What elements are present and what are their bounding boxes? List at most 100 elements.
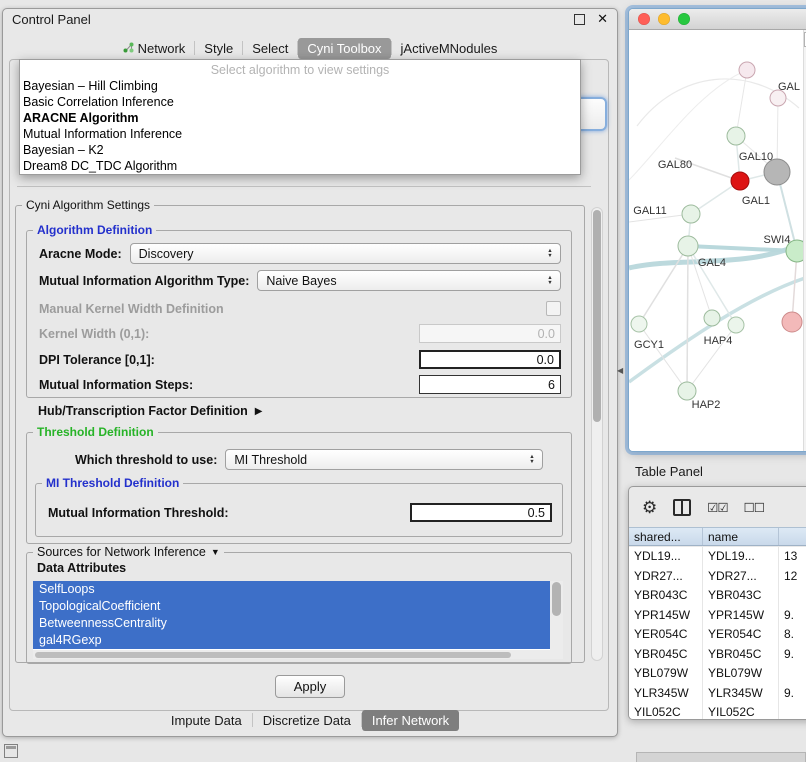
table-cell [779, 703, 806, 720]
tab-jactivemnodules[interactable]: jActiveMNodules [392, 38, 507, 59]
zoom-traffic-light[interactable] [678, 13, 690, 25]
splitter-collapse-arrow[interactable]: ◀ [617, 366, 623, 375]
network-node[interactable] [739, 62, 755, 78]
network-node[interactable] [727, 127, 745, 145]
select-all-icon[interactable]: ☑☑ [707, 500, 727, 515]
mi-steps-field[interactable]: 6 [419, 375, 561, 394]
gear-icon[interactable]: ⚙ [642, 499, 657, 516]
tab-label: Network [138, 41, 186, 56]
table-row[interactable]: YDR27...YDR27...12 [629, 567, 806, 587]
table-row[interactable]: YER054CYER054C8. [629, 625, 806, 645]
tab-style[interactable]: Style [195, 38, 242, 59]
table-row[interactable]: YDL19...YDL19...13 [629, 547, 806, 567]
tab-network[interactable]: Network [114, 38, 195, 59]
sources-toggle[interactable]: Sources for Network Inference ▼ [37, 545, 220, 559]
bottom-tab-discretize-data[interactable]: Discretize Data [253, 710, 361, 731]
list-item[interactable]: SelfLoops [33, 581, 550, 598]
table-row[interactable]: YLR345WYLR345W9. [629, 684, 806, 704]
table-cell: YPR145W [703, 606, 779, 626]
table-cell: YDL19... [629, 547, 703, 567]
aracne-mode-value: Discovery [139, 247, 544, 261]
close-icon[interactable]: ✕ [597, 11, 608, 27]
which-threshold-combo[interactable]: MI Threshold ▲▼ [225, 449, 543, 470]
dropdown-option[interactable]: Bayesian – Hill Climbing [20, 78, 580, 94]
network-node[interactable] [631, 316, 647, 332]
minimize-traffic-light[interactable] [658, 13, 670, 25]
network-edge[interactable] [639, 246, 688, 324]
table-cell [779, 664, 806, 684]
float-window-icon[interactable] [574, 14, 585, 25]
table-row[interactable]: YBL079WYBL079W [629, 664, 806, 684]
network-node[interactable] [678, 236, 698, 256]
mi-algorithm-type-value: Naive Bayes [266, 274, 544, 288]
table-header-cell[interactable]: name [703, 528, 779, 545]
dropdown-option[interactable]: Dream8 DC_TDC Algorithm [20, 158, 580, 174]
deselect-all-icon[interactable]: ☐☐ [744, 500, 764, 515]
bottom-tab-infer-network[interactable]: Infer Network [362, 710, 459, 731]
manual-kernel-width-checkbox[interactable] [546, 301, 561, 316]
sources-title-wrap: Sources for Network Inference ▼ [33, 545, 224, 559]
network-edge[interactable] [687, 246, 688, 391]
data-attributes-list[interactable]: SelfLoopsTopologicalCoefficientBetweenne… [33, 581, 563, 659]
table-row[interactable]: YBR043CYBR043C [629, 586, 806, 606]
dpi-tolerance-field[interactable]: 0.0 [419, 350, 561, 369]
aracne-mode-label: Aracne Mode: [39, 247, 122, 261]
dropdown-option[interactable]: ARACNE Algorithm [20, 110, 580, 126]
list-item[interactable]: gal4RGexp [33, 632, 550, 649]
network-node[interactable] [782, 312, 802, 332]
settings-vertical-scrollbar[interactable] [591, 207, 603, 661]
network-node[interactable] [678, 382, 696, 400]
kernel-width-field[interactable]: 0.0 [419, 324, 561, 343]
table-row[interactable]: YPR145WYPR145W9. [629, 606, 806, 626]
attr-items: SelfLoopsTopologicalCoefficientBetweenne… [33, 581, 563, 649]
aracne-mode-combo[interactable]: Discovery ▲▼ [130, 243, 561, 264]
network-edge[interactable] [688, 246, 797, 251]
network-edge[interactable] [639, 324, 687, 391]
network-node[interactable] [728, 317, 744, 333]
chevron-down-icon: ▼ [211, 547, 220, 557]
table-cell: YLR345W [703, 684, 779, 704]
table-toolbar: ⚙ ☑☑ ☐☐ [629, 487, 806, 527]
list-vertical-scrollbar[interactable] [550, 581, 563, 659]
network-node-label: GAL4 [698, 257, 726, 269]
network-node[interactable] [682, 205, 700, 223]
network-view-window: GAL80GAL10GAL11GAL1SWI4GAL4GCY1HAP4HAP2G… [628, 8, 806, 452]
control-panel-titlebar[interactable]: Control Panel ✕ [3, 9, 617, 29]
bottom-tab-impute-data[interactable]: Impute Data [161, 710, 252, 731]
tab-select[interactable]: Select [243, 38, 297, 59]
table-cell: YBR045C [703, 645, 779, 665]
network-node-label: GAL80 [658, 159, 692, 171]
table-cell: YER054C [703, 625, 779, 645]
table-cell: YBL079W [629, 664, 703, 684]
tab-cyni-toolbox[interactable]: Cyni Toolbox [298, 38, 390, 59]
table-row[interactable]: YIL052CYIL052C [629, 703, 806, 720]
network-canvas[interactable]: GAL80GAL10GAL11GAL1SWI4GAL4GCY1HAP4HAP2G… [629, 30, 806, 451]
dropdown-option[interactable]: Bayesian – K2 [20, 142, 580, 158]
table-row[interactable]: YBR045CYBR045C9. [629, 645, 806, 665]
apply-button[interactable]: Apply [275, 675, 345, 698]
mi-algorithm-type-combo[interactable]: Naive Bayes ▲▼ [257, 270, 561, 291]
network-node[interactable] [731, 172, 749, 190]
list-item[interactable]: TopologicalCoefficient [33, 598, 550, 615]
list-horizontal-scrollbar[interactable] [33, 650, 550, 659]
table-header-cell[interactable]: shared... [629, 528, 703, 545]
table-cell: 8. [779, 625, 806, 645]
table-cell: YBR043C [703, 586, 779, 606]
network-window-titlebar[interactable] [629, 9, 806, 30]
list-item[interactable]: BetweennessCentrality [33, 615, 550, 632]
network-node-label: HAP4 [704, 335, 733, 347]
table-header-cell[interactable] [779, 528, 806, 545]
columns-icon[interactable] [673, 499, 691, 516]
table-header: shared...name [629, 527, 806, 546]
dropdown-option[interactable]: Mutual Information Inference [20, 126, 580, 142]
network-node[interactable] [704, 310, 720, 326]
algorithm-definition-group: Algorithm Definition Aracne Mode: Discov… [26, 230, 572, 398]
mi-threshold-field[interactable]: 0.5 [410, 503, 552, 522]
network-node-label: GAL [778, 81, 800, 93]
close-traffic-light[interactable] [638, 13, 650, 25]
dropdown-option[interactable]: Basic Correlation Inference [20, 94, 580, 110]
collapsed-panel-icon[interactable] [4, 744, 18, 758]
hub-definition-toggle[interactable]: Hub/Transcription Factor Definition ▶ [38, 404, 262, 418]
table-cell: YBR045C [629, 645, 703, 665]
tab-label: Cyni Toolbox [307, 41, 381, 56]
